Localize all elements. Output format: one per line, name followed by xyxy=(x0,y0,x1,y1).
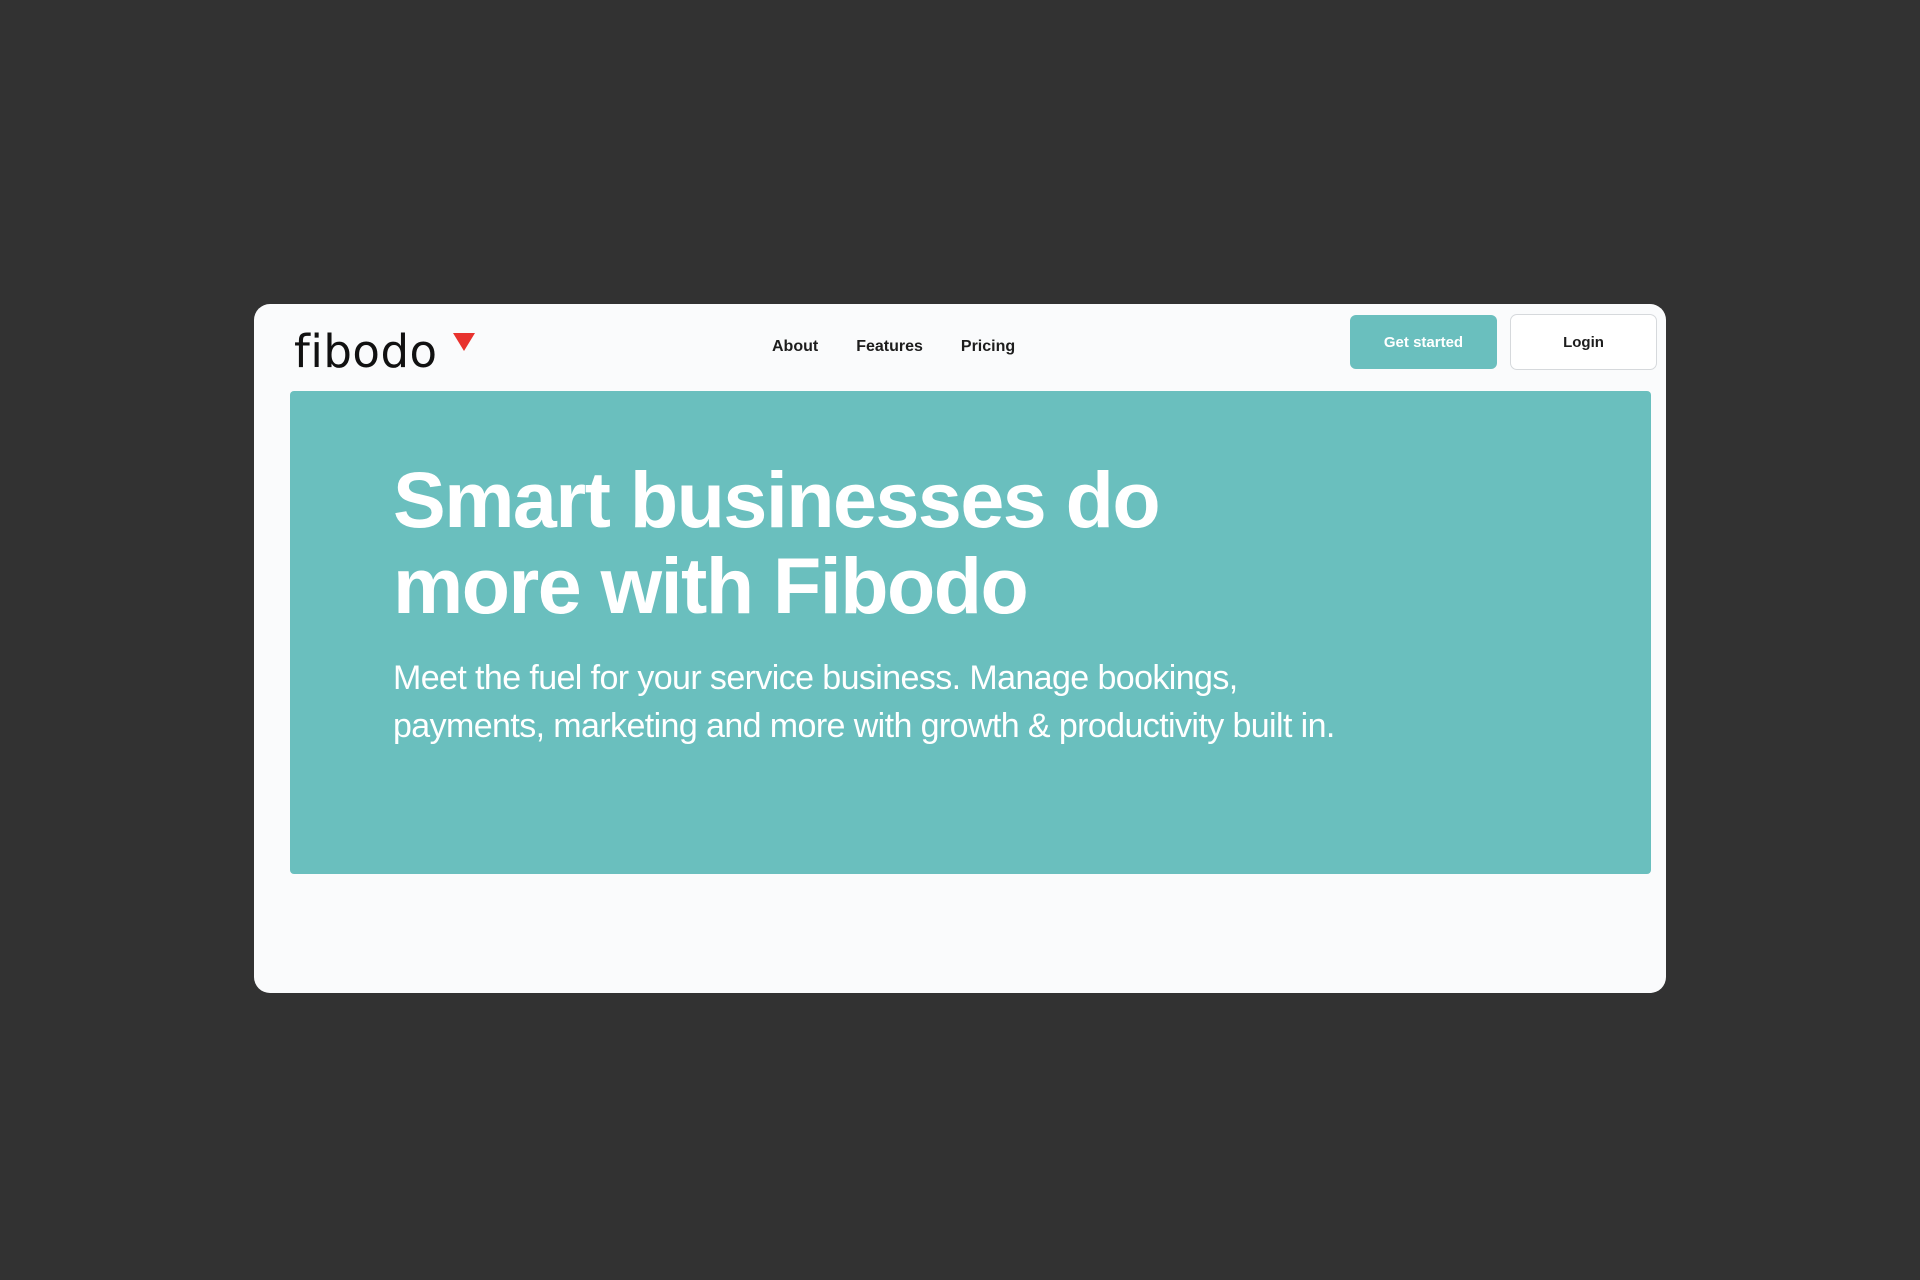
hero-title: Smart businesses do more with Fibodo xyxy=(393,455,1161,630)
hero-banner: Smart businesses do more with Fibodo Mee… xyxy=(290,391,1651,874)
nav-link-pricing[interactable]: Pricing xyxy=(961,338,1015,356)
site-header: fibodo About Features Pricing Get starte… xyxy=(254,304,1666,392)
hero-subtitle: Meet the fuel for your service business.… xyxy=(393,659,1335,745)
main-nav: About Features Pricing xyxy=(772,332,1015,362)
browser-window: fibodo About Features Pricing Get starte… xyxy=(254,304,1666,993)
brand-wordmark: fibodo xyxy=(294,325,438,378)
brand-triangle-icon xyxy=(453,333,475,351)
brand-logo[interactable]: fibodo xyxy=(294,318,475,380)
get-started-button[interactable]: Get started xyxy=(1350,315,1497,369)
login-button[interactable]: Login xyxy=(1510,314,1657,370)
nav-link-about[interactable]: About xyxy=(772,338,818,356)
nav-link-features[interactable]: Features xyxy=(856,338,923,356)
